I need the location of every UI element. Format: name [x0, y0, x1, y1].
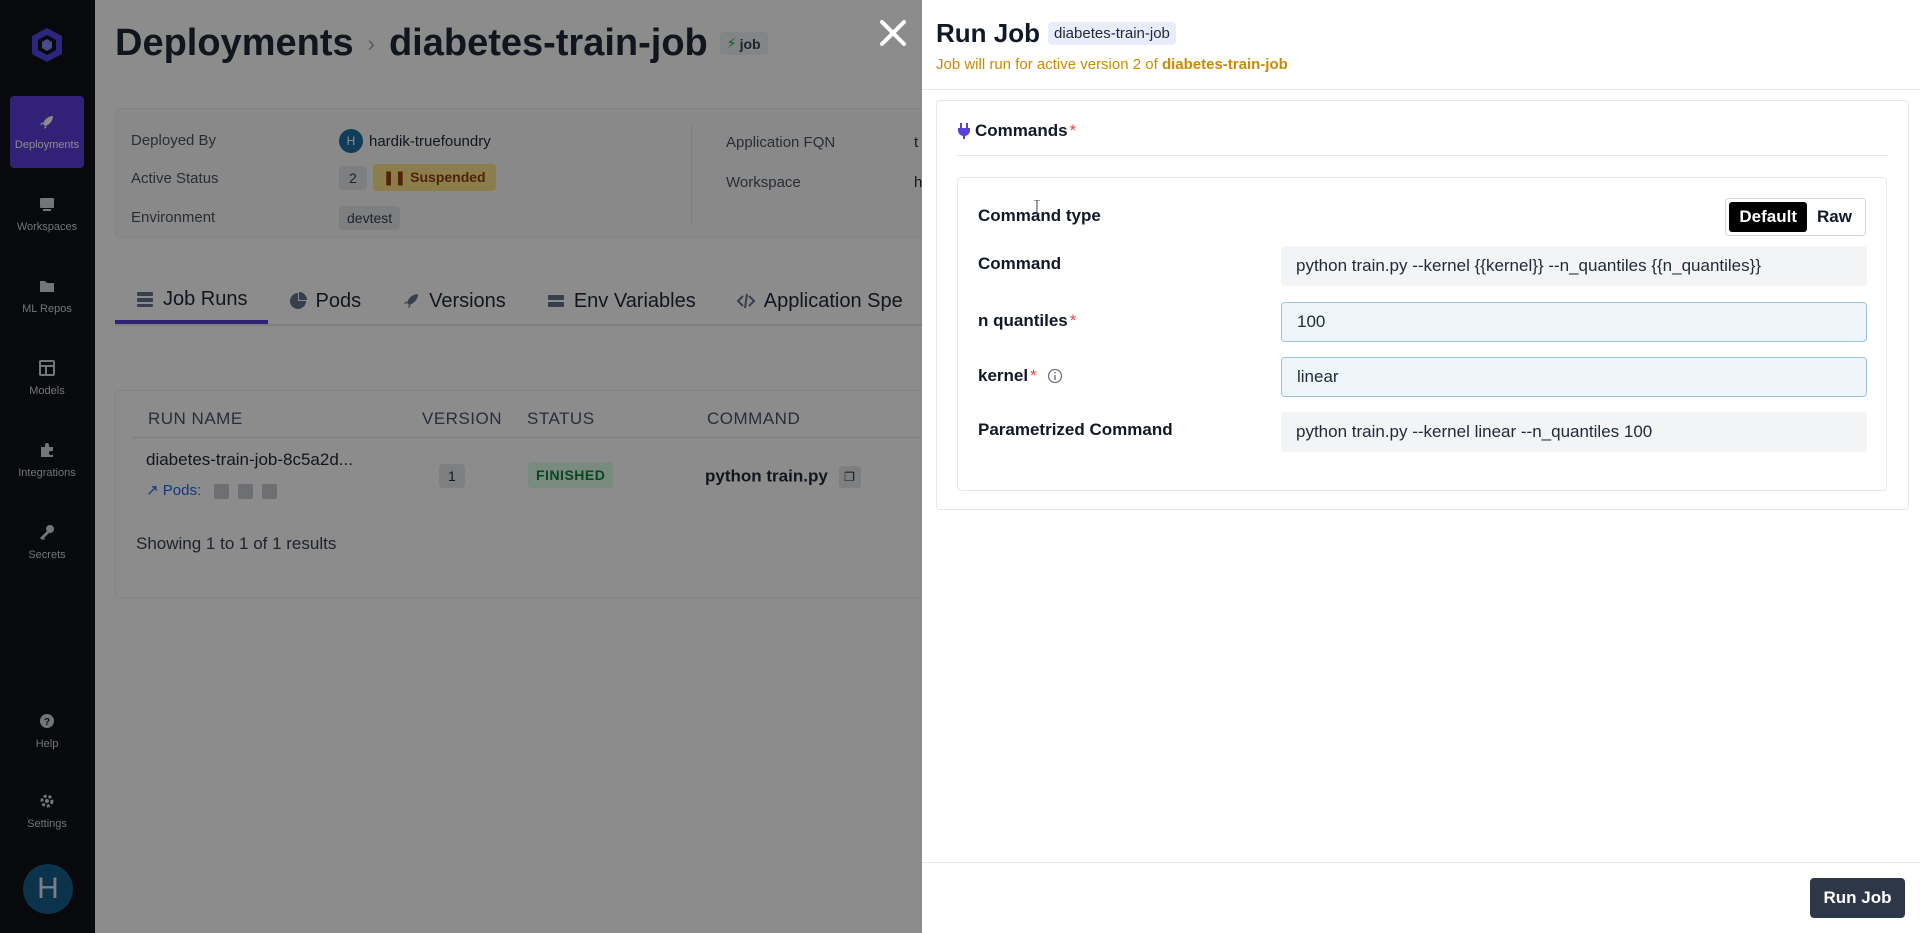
plug-icon — [958, 123, 970, 139]
application-chip: diabetes-train-job — [1048, 22, 1176, 45]
text-cursor-icon — [1034, 200, 1040, 214]
required-mark: * — [1069, 311, 1077, 330]
subtitle-prefix: Job will run for active version 2 of — [936, 56, 1162, 73]
drawer-header: Run Job diabetes-train-job Job will run … — [922, 0, 1920, 90]
kernel-label: kernel * — [978, 366, 1063, 386]
info-icon[interactable] — [1047, 368, 1063, 384]
drawer-title-text: Run Job — [936, 18, 1040, 48]
run-job-drawer: Run Job diabetes-train-job Job will run … — [922, 0, 1920, 933]
run-job-button[interactable]: Run Job — [1810, 878, 1905, 918]
command-template-field: python train.py --kernel {{kernel}} --n_… — [1281, 246, 1867, 286]
commands-header: Commands * — [957, 121, 1076, 141]
commands-section: Commands * Command type Default Raw Comma… — [936, 100, 1909, 510]
command-type-raw-option[interactable]: Raw — [1807, 202, 1862, 232]
kernel-input[interactable] — [1281, 357, 1867, 397]
n-quantiles-input[interactable] — [1281, 302, 1867, 342]
kernel-label-text: kernel — [978, 366, 1029, 385]
command-type-default-option[interactable]: Default — [1729, 202, 1808, 232]
command-type-toggle: Default Raw — [1725, 198, 1866, 236]
close-icon[interactable] — [876, 16, 910, 50]
parametrized-command-label: Parametrized Command — [978, 420, 1173, 439]
required-mark: * — [1030, 366, 1037, 385]
commands-form: Command type Default Raw Command python … — [957, 177, 1887, 491]
required-mark: * — [1069, 121, 1077, 140]
parametrized-command-field: python train.py --kernel linear --n_quan… — [1281, 412, 1867, 452]
n-quantiles-label: n quantiles * — [978, 311, 1076, 331]
drawer-title: Run Job diabetes-train-job — [936, 18, 1176, 49]
subtitle-app-name: diabetes-train-job — [1161, 56, 1288, 73]
drawer-footer-divider — [922, 862, 1920, 863]
divider — [957, 155, 1888, 156]
commands-title: Commands — [975, 121, 1068, 140]
drawer-subtitle: Job will run for active version 2 of dia… — [936, 56, 1288, 73]
command-label: Command — [978, 254, 1062, 273]
n-quantiles-label-text: n quantiles — [978, 311, 1068, 330]
